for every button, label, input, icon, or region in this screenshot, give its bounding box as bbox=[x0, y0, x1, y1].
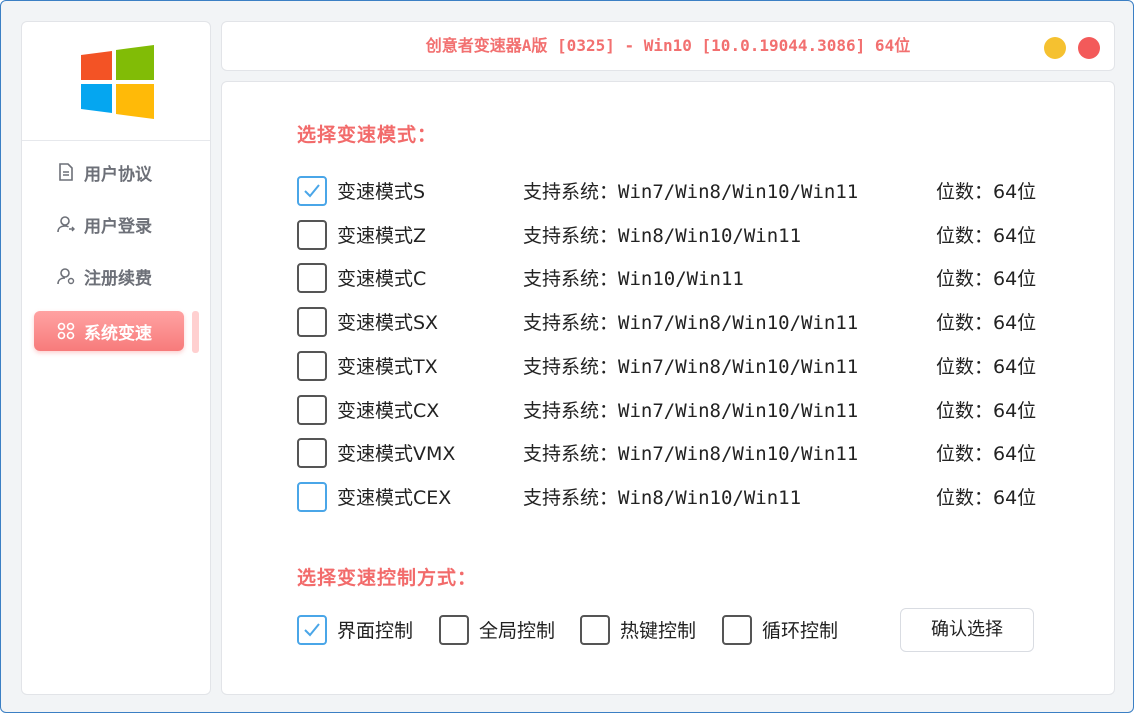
mode-row: 变速模式CX 支持系统：Win7/Win8/Win10/Win11 位数：64位 bbox=[297, 395, 1077, 427]
mode-systems: 支持系统：Win7/Win8/Win10/Win11 bbox=[523, 181, 859, 203]
sidebar-item-label: 用户登录 bbox=[84, 216, 152, 237]
mode-checkbox[interactable] bbox=[297, 307, 327, 337]
mode-checkbox[interactable] bbox=[297, 220, 327, 250]
mode-systems: 支持系统：Win7/Win8/Win10/Win11 bbox=[523, 312, 859, 334]
control-checkbox[interactable] bbox=[580, 615, 610, 645]
mode-bits: 位数：64位 bbox=[936, 181, 1037, 203]
mode-bits: 位数：64位 bbox=[936, 225, 1037, 247]
control-label: 热键控制 bbox=[620, 620, 697, 642]
mode-systems: 支持系统：Win7/Win8/Win10/Win11 bbox=[523, 443, 859, 465]
control-section-title: 选择变速控制方式： bbox=[297, 567, 478, 589]
grid-icon bbox=[56, 321, 76, 341]
mode-systems: 支持系统：Win8/Win10/Win11 bbox=[523, 487, 802, 509]
sidebar-item-label: 用户协议 bbox=[84, 164, 152, 185]
main-panel: 选择变速模式： 变速模式S 支持系统：Win7/Win8/Win10/Win11… bbox=[221, 81, 1115, 695]
sidebar-item-system-speed[interactable]: 系统变速 bbox=[34, 311, 184, 351]
windows-logo bbox=[79, 43, 155, 119]
control-checkbox[interactable] bbox=[297, 615, 327, 645]
sidebar: 用户协议 用户登录 注册续费 系统变速 bbox=[21, 21, 211, 695]
mode-name: 变速模式TX bbox=[337, 356, 438, 378]
user-login-icon bbox=[56, 214, 76, 234]
window-title: 创意者变速器A版 [0325] - Win10 [10.0.19044.3086… bbox=[425, 36, 911, 55]
mode-checkbox[interactable] bbox=[297, 438, 327, 468]
sidebar-item-user-agreement[interactable]: 用户协议 bbox=[34, 152, 184, 192]
mode-name: 变速模式VMX bbox=[337, 443, 456, 465]
mode-row: 变速模式SX 支持系统：Win7/Win8/Win10/Win11 位数：64位 bbox=[297, 307, 1077, 339]
mode-bits: 位数：64位 bbox=[936, 356, 1037, 378]
mode-checkbox[interactable] bbox=[297, 482, 327, 512]
sidebar-item-register-renew[interactable]: 注册续费 bbox=[34, 256, 184, 296]
active-indicator bbox=[192, 311, 199, 353]
sidebar-item-label: 注册续费 bbox=[84, 268, 152, 289]
mode-checkbox[interactable] bbox=[297, 263, 327, 293]
mode-row: 变速模式VMX 支持系统：Win7/Win8/Win10/Win11 位数：64… bbox=[297, 438, 1077, 470]
sidebar-item-user-login[interactable]: 用户登录 bbox=[34, 204, 184, 244]
mode-bits: 位数：64位 bbox=[936, 443, 1037, 465]
close-button[interactable] bbox=[1078, 37, 1100, 59]
app-window: 用户协议 用户登录 注册续费 系统变速 创意者变速器A版 [0325] - Wi… bbox=[0, 0, 1134, 713]
mode-row: 变速模式Z 支持系统：Win8/Win10/Win11 位数：64位 bbox=[297, 220, 1077, 252]
mode-row: 变速模式S 支持系统：Win7/Win8/Win10/Win11 位数：64位 bbox=[297, 176, 1077, 208]
mode-name: 变速模式SX bbox=[337, 312, 439, 334]
control-label: 全局控制 bbox=[479, 620, 556, 642]
logo-area bbox=[22, 22, 210, 141]
minimize-button[interactable] bbox=[1044, 37, 1066, 59]
title-bar: 创意者变速器A版 [0325] - Win10 [10.0.19044.3086… bbox=[221, 21, 1115, 71]
control-label: 界面控制 bbox=[337, 620, 414, 642]
mode-checkbox[interactable] bbox=[297, 395, 327, 425]
user-settings-icon bbox=[56, 266, 76, 286]
mode-row: 变速模式CEX 支持系统：Win8/Win10/Win11 位数：64位 bbox=[297, 482, 1077, 514]
mode-bits: 位数：64位 bbox=[936, 400, 1037, 422]
mode-bits: 位数：64位 bbox=[936, 312, 1037, 334]
mode-systems: 支持系统：Win8/Win10/Win11 bbox=[523, 225, 802, 247]
mode-systems: 支持系统：Win10/Win11 bbox=[523, 268, 744, 290]
mode-bits: 位数：64位 bbox=[936, 268, 1037, 290]
mode-name: 变速模式CX bbox=[337, 400, 440, 422]
mode-name: 变速模式CEX bbox=[337, 487, 452, 509]
sidebar-item-label: 系统变速 bbox=[84, 323, 152, 344]
mode-bits: 位数：64位 bbox=[936, 487, 1037, 509]
mode-name: 变速模式S bbox=[337, 181, 426, 203]
control-checkbox[interactable] bbox=[439, 615, 469, 645]
mode-name: 变速模式C bbox=[337, 268, 427, 290]
mode-row: 变速模式TX 支持系统：Win7/Win8/Win10/Win11 位数：64位 bbox=[297, 351, 1077, 383]
mode-name: 变速模式Z bbox=[337, 225, 427, 247]
mode-checkbox[interactable] bbox=[297, 351, 327, 381]
mode-row: 变速模式C 支持系统：Win10/Win11 位数：64位 bbox=[297, 263, 1077, 295]
mode-checkbox[interactable] bbox=[297, 176, 327, 206]
mode-section-title: 选择变速模式： bbox=[297, 124, 438, 146]
document-icon bbox=[56, 162, 76, 182]
confirm-button[interactable]: 确认选择 bbox=[900, 608, 1034, 652]
control-checkbox[interactable] bbox=[722, 615, 752, 645]
mode-systems: 支持系统：Win7/Win8/Win10/Win11 bbox=[523, 400, 859, 422]
mode-systems: 支持系统：Win7/Win8/Win10/Win11 bbox=[523, 356, 859, 378]
control-label: 循环控制 bbox=[762, 620, 839, 642]
